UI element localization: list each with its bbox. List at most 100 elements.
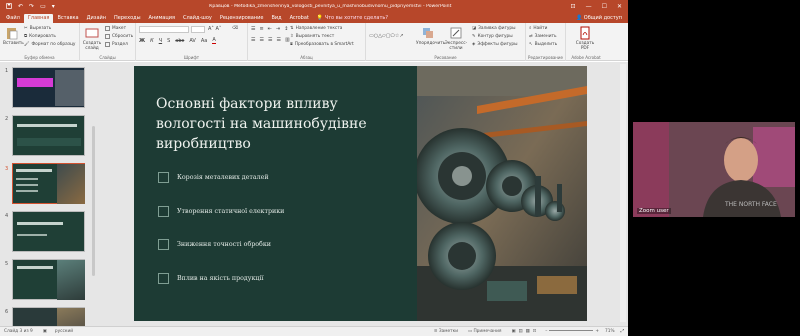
format-painter-button[interactable]: 🖌 Формат по образцу	[24, 42, 75, 47]
increase-indent-icon[interactable]: ⇥	[276, 26, 280, 32]
new-slide-icon	[85, 28, 99, 38]
tab-file[interactable]: Файл	[0, 14, 24, 23]
zoom-slider[interactable]: – +	[545, 329, 599, 334]
font-size-field[interactable]	[191, 26, 205, 33]
slide-thumbnail[interactable]	[12, 115, 85, 156]
bullet-item[interactable]: Вплив на якість продукції	[158, 271, 408, 285]
bullet-item[interactable]: Зниження точності обробки	[158, 237, 408, 251]
line-spacing-icon[interactable]: ↕	[284, 26, 288, 32]
strikethrough-button[interactable]: abc	[175, 38, 184, 44]
shape-effects-button[interactable]: ◈ Эффекты фигуры	[472, 42, 518, 47]
search-icon: ⌕	[529, 26, 532, 31]
slide-thumbnail-selected[interactable]	[12, 163, 85, 204]
bold-button[interactable]: Ж	[139, 38, 145, 44]
align-text-button[interactable]: ⇳ Выровнять текст	[290, 34, 334, 39]
slide-title[interactable]: Основні фактори впливу вологості на маши…	[156, 94, 386, 154]
quick-styles-button[interactable]: Экспресс-стили	[444, 26, 468, 51]
tell-me-label: Что вы хотите сделать?	[324, 15, 388, 21]
align-center-icon[interactable]: ☰	[259, 37, 263, 43]
tab-transitions[interactable]: Переходы	[110, 14, 145, 23]
shape-outline-button[interactable]: ✎ Контур фигуры	[472, 34, 513, 39]
justify-icon[interactable]: ☰	[276, 37, 280, 43]
current-slide[interactable]: Основні фактори впливу вологості на маши…	[134, 66, 587, 321]
text-direction-button[interactable]: ⇅ Направление текста	[290, 26, 342, 31]
comments-label: Примечания	[473, 329, 502, 334]
save-icon[interactable]	[6, 2, 12, 11]
zoom-participant-video[interactable]: THE NORTH FACE Zoom user	[633, 122, 795, 217]
shape-fill-button[interactable]: ◪ Заливка фигуры	[472, 26, 516, 31]
paste-button[interactable]: Вставить	[3, 26, 24, 46]
change-case-button[interactable]: Aa	[201, 38, 207, 44]
industrial-machinery-image[interactable]	[417, 66, 587, 321]
tab-home[interactable]: Главная	[23, 14, 54, 23]
tab-insert[interactable]: Вставка	[53, 14, 82, 23]
find-button[interactable]: ⌕ Найти	[529, 26, 547, 31]
arrange-button[interactable]: Упорядочить	[416, 26, 445, 46]
underline-button[interactable]: Ч	[159, 38, 162, 44]
grow-shrink-font-buttons[interactable]: A˄ A˅	[208, 26, 221, 32]
bullet-item[interactable]: Утворення статичної електрики	[158, 204, 408, 218]
bullet-item[interactable]: Корозія металевих деталей	[158, 170, 408, 184]
spell-check-icon[interactable]: ▣	[43, 329, 47, 334]
section-icon	[105, 42, 110, 47]
zoom-level[interactable]: 71%	[605, 329, 615, 334]
quick-styles-icon	[450, 27, 462, 39]
share-button[interactable]: 👤 Общий доступ	[576, 14, 628, 23]
numbering-icon[interactable]: ≡	[259, 26, 263, 32]
italic-button[interactable]: К	[150, 38, 154, 44]
char-spacing-button[interactable]: AV	[189, 38, 196, 44]
section-button[interactable]: Раздел	[105, 42, 128, 47]
shapes-gallery[interactable]: ▭○△▱▢⬠☆↗	[369, 26, 413, 46]
notes-button[interactable]: ≡ Заметки	[434, 329, 458, 334]
tab-review[interactable]: Рецензирование	[216, 14, 268, 23]
bullets-icon[interactable]: ☰	[251, 26, 255, 32]
font-name-field[interactable]	[139, 26, 189, 33]
paste-label: Вставить	[3, 41, 24, 46]
slide-thumbnail[interactable]	[12, 67, 85, 108]
copy-button[interactable]: ⧉ Копировать	[24, 34, 56, 39]
comments-button[interactable]: ▭ Примечания	[468, 329, 501, 334]
language-indicator[interactable]: русский	[55, 329, 73, 334]
start-slideshow-icon[interactable]: ▭	[40, 3, 46, 11]
create-pdf-button[interactable]: Создать PDF	[572, 26, 598, 51]
replace-button[interactable]: ⇄ Заменить	[529, 34, 557, 39]
slides-group-label: Слайды	[99, 55, 116, 60]
tab-acrobat[interactable]: Acrobat	[286, 14, 313, 23]
shadow-button[interactable]: S	[167, 38, 170, 44]
close-icon[interactable]: ✕	[617, 3, 622, 10]
tell-me-search[interactable]: 💡 Что вы хотите сделать?	[313, 14, 392, 23]
tab-view[interactable]: Вид	[267, 14, 285, 23]
view-buttons[interactable]: ▣▤▦⊡	[511, 329, 539, 334]
tab-slideshow[interactable]: Слайд-шоу	[179, 14, 216, 23]
tab-animations[interactable]: Анимация	[145, 14, 179, 23]
ribbon-display-options-icon[interactable]: ⊡	[571, 3, 576, 10]
thumb-image	[57, 308, 85, 326]
customize-qat-icon[interactable]: ▾	[52, 3, 55, 11]
align-left-icon[interactable]: ☰	[251, 37, 255, 43]
slide-thumbnail[interactable]	[12, 211, 85, 252]
slide-thumbnails-pane[interactable]: 1 2 3 4 5 6	[0, 62, 96, 326]
font-color-button[interactable]: A	[212, 37, 216, 44]
reset-button[interactable]: Сбросить	[105, 34, 133, 39]
undo-icon[interactable]: ↶	[18, 3, 23, 11]
minimize-icon[interactable]: —	[586, 3, 592, 10]
redo-icon[interactable]: ↷	[29, 3, 34, 11]
columns-icon[interactable]: ▥	[285, 37, 290, 43]
thumbnails-scrollbar[interactable]	[92, 126, 95, 276]
editing-area-scrollbar[interactable]	[620, 64, 626, 322]
cut-button[interactable]: ✂ Вырезать	[24, 26, 51, 31]
new-slide-button[interactable]: Создать слайд	[82, 26, 102, 51]
layout-button[interactable]: Макет	[105, 26, 126, 31]
format-painter-label: Формат по образцу	[31, 42, 76, 47]
maximize-icon[interactable]: ☐	[602, 3, 607, 10]
decrease-indent-icon[interactable]: ⇤	[268, 26, 272, 32]
slide-thumbnail[interactable]	[12, 259, 85, 300]
drawing-group: ▭○△▱▢⬠☆↗ Упорядочить Экспресс-стили ◪ Зал…	[366, 23, 526, 61]
smartart-button[interactable]: ⧈ Преобразовать в SmartArt	[290, 42, 354, 47]
slide-thumbnail[interactable]	[12, 307, 85, 326]
fit-slide-icon[interactable]: ⤢	[621, 329, 624, 334]
tab-design[interactable]: Дизайн	[83, 14, 110, 23]
align-right-icon[interactable]: ☰	[268, 37, 272, 43]
select-button[interactable]: ↖ Выделить	[529, 42, 557, 47]
clear-formatting-icon[interactable]: ⌫	[232, 26, 238, 31]
